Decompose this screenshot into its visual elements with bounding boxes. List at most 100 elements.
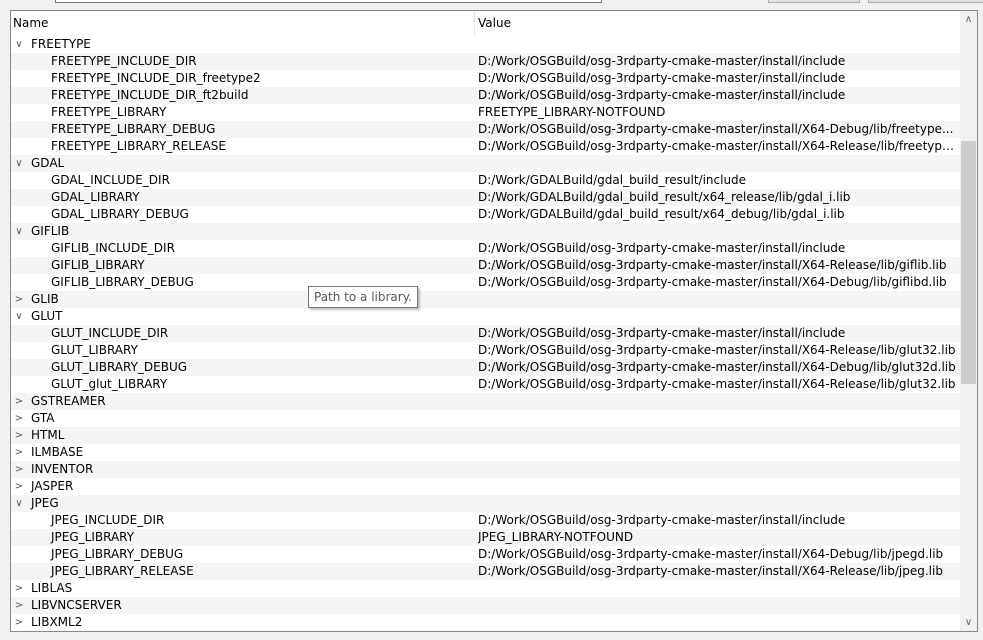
row-name: GLUT_INCLUDE_DIR — [51, 326, 169, 340]
tree-entry-row[interactable]: GDAL_LIBRARY_DEBUG D:/Work/GDALBuild/gdal… — [11, 206, 960, 223]
chevron-down-icon[interactable]: ∨ — [13, 308, 25, 325]
row-value[interactable]: D:/Work/OSGBuild/osg-3rdparty-cmake-mast… — [478, 546, 956, 563]
tree-entry-row[interactable]: FREETYPE_INCLUDE_DIR_ft2build D:/Work/OSG… — [11, 87, 960, 104]
tree-entry-row[interactable]: JPEG_LIBRARY_DEBUG D:/Work/OSGBuild/osg-3… — [11, 546, 960, 563]
cache-tree-view[interactable]: Name Value ∨ FREETYPE FREETYPE_INCLUDE_DIR… — [10, 10, 978, 632]
tree-group-row[interactable]: ∨ FREETYPE — [11, 36, 960, 53]
chevron-down-icon[interactable]: ∨ — [13, 495, 25, 512]
row-value[interactable]: D:/Work/GDALBuild/gdal_build_result/incl… — [478, 172, 956, 189]
tree-entry-row[interactable]: JPEG_LIBRARY JPEG_LIBRARY-NOTFOUND — [11, 529, 960, 546]
chevron-right-icon[interactable]: > — [13, 291, 25, 308]
chevron-down-icon[interactable]: ∨ — [13, 223, 25, 240]
tree-entry-row[interactable]: FREETYPE_LIBRARY_RELEASE D:/Work/OSGBuild… — [11, 138, 960, 155]
row-value[interactable]: D:/Work/OSGBuild/osg-3rdparty-cmake-mast… — [478, 138, 956, 155]
row-value[interactable]: D:/Work/OSGBuild/osg-3rdparty-cmake-mast… — [478, 274, 956, 291]
row-name: FREETYPE_LIBRARY_RELEASE — [51, 139, 226, 153]
tree-group-row[interactable]: > HTML — [11, 427, 960, 444]
tree-group-row[interactable]: > INVENTOR — [11, 461, 960, 478]
tree-entry-row[interactable]: GDAL_INCLUDE_DIR D:/Work/GDALBuild/gdal_b… — [11, 172, 960, 189]
tree-group-row[interactable]: > JASPER — [11, 478, 960, 495]
row-value[interactable]: D:/Work/OSGBuild/osg-3rdparty-cmake-mast… — [478, 53, 956, 70]
tree-entry-row[interactable]: FREETYPE_INCLUDE_DIR D:/Work/OSGBuild/osg… — [11, 53, 960, 70]
row-name: GTA — [31, 411, 55, 425]
tree-entry-row[interactable]: JPEG_INCLUDE_DIR D:/Work/OSGBuild/osg-3rd… — [11, 512, 960, 529]
row-value[interactable]: D:/Work/OSGBuild/osg-3rdparty-cmake-mast… — [478, 359, 956, 376]
top-button-2[interactable] — [868, 0, 983, 3]
tree-entry-row[interactable]: GLUT_glut_LIBRARY D:/Work/OSGBuild/osg-3r… — [11, 376, 960, 393]
row-value[interactable]: D:/Work/OSGBuild/osg-3rdparty-cmake-mast… — [478, 87, 956, 104]
row-value[interactable]: D:/Work/GDALBuild/gdal_build_result/x64_… — [478, 189, 956, 206]
row-name: LIBLAS — [31, 581, 73, 595]
tree-group-row[interactable]: > LIBVNCSERVER — [11, 597, 960, 614]
chevron-right-icon[interactable]: > — [13, 580, 25, 597]
tree-group-row[interactable]: > GLIB — [11, 291, 960, 308]
row-value[interactable]: D:/Work/GDALBuild/gdal_build_result/x64_… — [478, 206, 956, 223]
row-name: GDAL_INCLUDE_DIR — [51, 173, 170, 187]
row-name: INVENTOR — [31, 462, 94, 476]
chevron-up-icon[interactable]: ∧ — [960, 11, 977, 28]
tree-group-row[interactable]: > LIBXML2 — [11, 614, 960, 631]
row-name: FREETYPE_INCLUDE_DIR — [51, 54, 197, 68]
row-value[interactable]: D:/Work/OSGBuild/osg-3rdparty-cmake-mast… — [478, 121, 956, 138]
chevron-down-icon[interactable]: ∨ — [13, 155, 25, 172]
tree-entry-row[interactable]: FREETYPE_LIBRARY_DEBUG D:/Work/OSGBuild/o… — [11, 121, 960, 138]
row-value[interactable]: D:/Work/OSGBuild/osg-3rdparty-cmake-mast… — [478, 70, 956, 87]
tree-entry-row[interactable]: GIFLIB_INCLUDE_DIR D:/Work/OSGBuild/osg-3… — [11, 240, 960, 257]
tree-group-row[interactable]: > GTA — [11, 410, 960, 427]
tree-entry-row[interactable]: GLUT_LIBRARY D:/Work/OSGBuild/osg-3rdpart… — [11, 342, 960, 359]
chevron-right-icon[interactable]: > — [13, 393, 25, 410]
row-name: HTML — [31, 428, 65, 442]
row-value[interactable]: JPEG_LIBRARY-NOTFOUND — [478, 529, 956, 546]
tree-group-row[interactable]: ∨ GIFLIB — [11, 223, 960, 240]
chevron-right-icon[interactable]: > — [13, 614, 25, 631]
row-value[interactable]: D:/Work/OSGBuild/osg-3rdparty-cmake-mast… — [478, 325, 956, 342]
row-value[interactable]: FREETYPE_LIBRARY-NOTFOUND — [478, 104, 956, 121]
tree-entry-row[interactable]: FREETYPE_LIBRARY FREETYPE_LIBRARY-NOTFOUN… — [11, 104, 960, 121]
chevron-down-icon[interactable]: ∨ — [960, 614, 977, 631]
row-name: GIFLIB_LIBRARY — [51, 258, 145, 272]
column-divider[interactable] — [474, 11, 475, 36]
search-input[interactable] — [55, 0, 602, 3]
top-button-1[interactable] — [768, 0, 860, 3]
row-value[interactable]: D:/Work/OSGBuild/osg-3rdparty-cmake-mast… — [478, 512, 956, 529]
tree-entry-row[interactable]: GIFLIB_LIBRARY D:/Work/OSGBuild/osg-3rdpa… — [11, 257, 960, 274]
tree-header: Name Value — [11, 11, 960, 36]
tree-group-row[interactable]: > ILMBASE — [11, 444, 960, 461]
row-value[interactable]: D:/Work/OSGBuild/osg-3rdparty-cmake-mast… — [478, 376, 956, 393]
chevron-right-icon[interactable]: > — [13, 478, 25, 495]
row-value[interactable]: D:/Work/OSGBuild/osg-3rdparty-cmake-mast… — [478, 342, 956, 359]
row-name: GLUT — [31, 309, 63, 323]
row-value[interactable]: D:/Work/OSGBuild/osg-3rdparty-cmake-mast… — [478, 563, 956, 580]
tree-group-row[interactable]: ∨ GLUT — [11, 308, 960, 325]
tree-entry-row[interactable]: FREETYPE_INCLUDE_DIR_freetype2 D:/Work/OS… — [11, 70, 960, 87]
tree-group-row[interactable]: > LIBLAS — [11, 580, 960, 597]
tree-group-row[interactable]: > GSTREAMER — [11, 393, 960, 410]
column-header-value[interactable]: Value — [476, 11, 511, 36]
row-name: GLUT_LIBRARY — [51, 343, 138, 357]
chevron-right-icon[interactable]: > — [13, 444, 25, 461]
tree-entry-row[interactable]: GLUT_LIBRARY_DEBUG D:/Work/OSGBuild/osg-3… — [11, 359, 960, 376]
tree-entry-row[interactable]: GIFLIB_LIBRARY_DEBUG D:/Work/OSGBuild/osg… — [11, 274, 960, 291]
row-name: FREETYPE_LIBRARY — [51, 105, 167, 119]
row-name: JPEG_INCLUDE_DIR — [51, 513, 165, 527]
scrollbar-thumb[interactable] — [961, 141, 976, 384]
row-name: JPEG — [31, 496, 59, 510]
tree-entry-row[interactable]: JPEG_LIBRARY_RELEASE D:/Work/OSGBuild/osg… — [11, 563, 960, 580]
row-value[interactable]: D:/Work/OSGBuild/osg-3rdparty-cmake-mast… — [478, 240, 956, 257]
column-header-name[interactable]: Name — [11, 11, 48, 36]
row-name: GIFLIB_INCLUDE_DIR — [51, 241, 175, 255]
chevron-right-icon[interactable]: > — [13, 427, 25, 444]
row-name: FREETYPE — [31, 37, 91, 51]
row-name: LIBVNCSERVER — [31, 598, 122, 612]
tree-group-row[interactable]: ∨ JPEG — [11, 495, 960, 512]
tree-entry-row[interactable]: GDAL_LIBRARY D:/Work/GDALBuild/gdal_build… — [11, 189, 960, 206]
tree-entry-row[interactable]: GLUT_INCLUDE_DIR D:/Work/OSGBuild/osg-3rd… — [11, 325, 960, 342]
chevron-right-icon[interactable]: > — [13, 461, 25, 478]
row-name: FREETYPE_INCLUDE_DIR_ft2build — [51, 88, 249, 102]
chevron-down-icon[interactable]: ∨ — [13, 36, 25, 53]
chevron-right-icon[interactable]: > — [13, 597, 25, 614]
row-value[interactable]: D:/Work/OSGBuild/osg-3rdparty-cmake-mast… — [478, 257, 956, 274]
chevron-right-icon[interactable]: > — [13, 410, 25, 427]
vertical-scrollbar[interactable]: ∧ ∨ — [960, 11, 977, 631]
tree-group-row[interactable]: ∨ GDAL — [11, 155, 960, 172]
